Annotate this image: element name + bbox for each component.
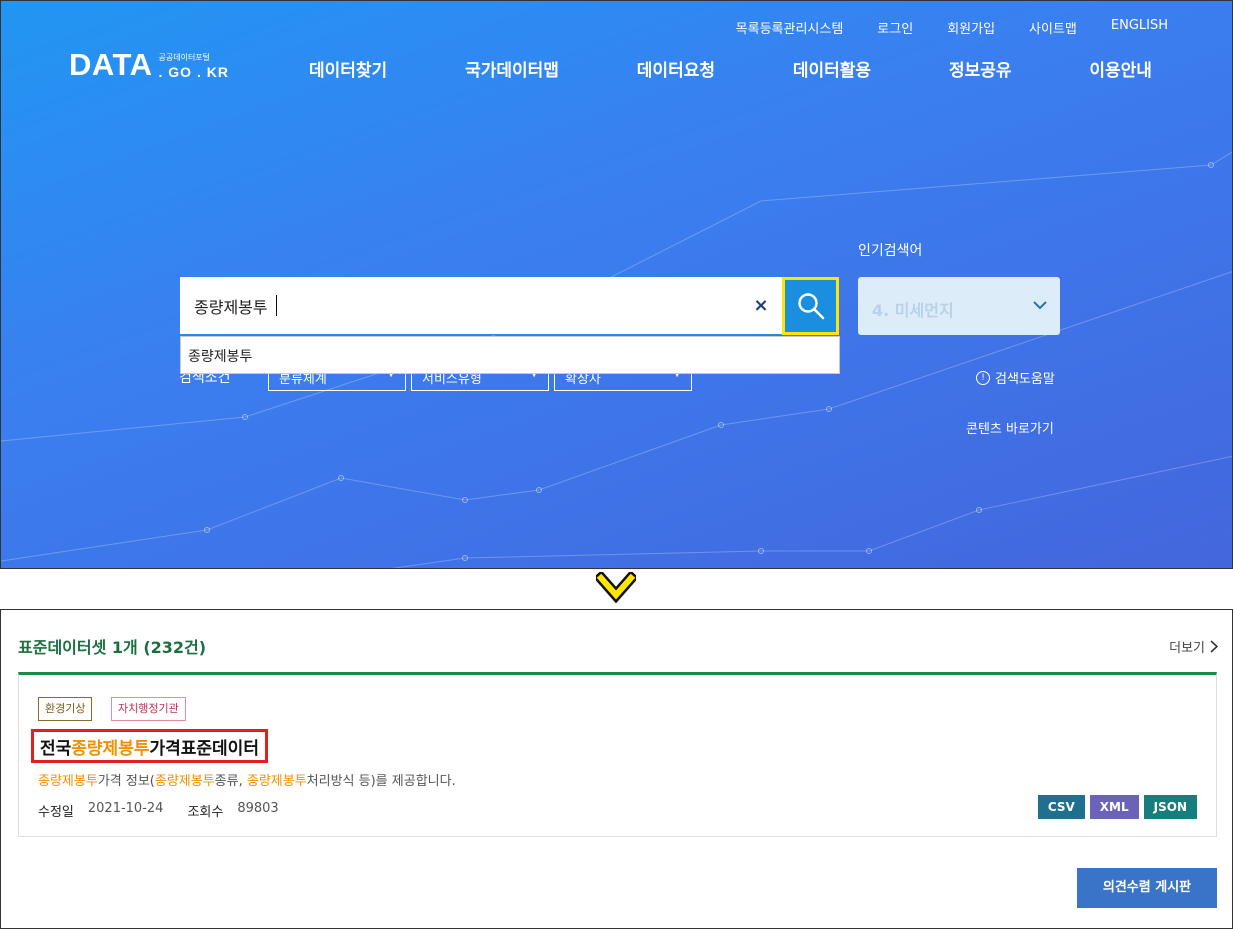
- logo-main-text: DATA: [69, 47, 153, 82]
- nav-item-info-share[interactable]: 정보공유: [949, 56, 1012, 81]
- autocomplete-item[interactable]: 종량제봉투: [188, 346, 252, 366]
- org-type-tag: 자치행정기관: [111, 697, 186, 721]
- dataset-description: 종량제봉투가격 정보(종량제봉투종류, 종량제봉투처리방식 등)를 제공합니다.: [38, 770, 456, 789]
- filter-select-service-type-value: 서비스유형: [422, 372, 482, 387]
- util-link-login[interactable]: 로그인: [877, 18, 913, 37]
- section-title: 표준데이터셋 1개 (232건): [18, 638, 207, 657]
- desc-text: 종류,: [214, 774, 247, 789]
- nav-item-data-use[interactable]: 데이터활용: [793, 56, 871, 81]
- views-label: 조회수: [187, 805, 224, 820]
- popular-keywords-select[interactable]: 4. 미세먼지: [858, 277, 1060, 335]
- nav-item-data-request[interactable]: 데이터요청: [637, 56, 715, 81]
- desc-highlight: 종량제봉투: [38, 774, 98, 789]
- nav-item-find-data[interactable]: 데이터찾기: [309, 56, 387, 81]
- logo-sub-text: 공공데이터포털: [158, 53, 211, 62]
- opinion-board-button[interactable]: 의견수렴 게시판: [1077, 868, 1217, 908]
- clear-search-button[interactable]: ×: [751, 296, 771, 316]
- desc-highlight: 종량제봉투: [246, 774, 307, 789]
- desc-text: 처리방식 등)를 제공합니다.: [306, 774, 456, 789]
- search-icon: [798, 293, 825, 320]
- logo-domain-text: . GO . KR: [158, 64, 229, 80]
- search-input[interactable]: [194, 291, 734, 321]
- search-help-link[interactable]: ! 검색도움말: [976, 368, 1055, 387]
- util-link-english[interactable]: ENGLISH: [1111, 18, 1168, 37]
- filter-select-category-value: 분류체계: [279, 372, 327, 387]
- content-shortcut-link[interactable]: 콘텐츠 바로가기: [966, 418, 1054, 437]
- updated-label: 수정일: [38, 805, 74, 820]
- popular-keywords-title: 인기검색어: [858, 243, 923, 259]
- dataset-title-post: 가격표준데이터: [149, 739, 259, 759]
- format-badge-json[interactable]: JSON: [1143, 795, 1197, 819]
- desc-highlight: 종량제봉투: [154, 774, 215, 789]
- main-nav: 데이터찾기 국가데이터맵 데이터요청 데이터활용 정보공유 이용안내: [309, 56, 1152, 81]
- format-badges: CSV XML JSON: [1037, 795, 1197, 819]
- nav-item-national-data-map[interactable]: 국가데이터맵: [465, 56, 559, 81]
- dataset-meta: 수정일 2021-10-24 조회수 89803: [38, 801, 303, 820]
- more-link[interactable]: 더보기: [1169, 637, 1218, 656]
- search-results-panel: 표준데이터셋 1개 (232건) 더보기 환경기상 자치행정기관 전국종량제봉투…: [0, 609, 1233, 929]
- dataset-title-pre: 전국: [40, 739, 72, 759]
- util-link-signup[interactable]: 회원가입: [947, 18, 995, 37]
- text-caret: [276, 295, 277, 316]
- chevron-down-icon: [1033, 301, 1047, 310]
- category-tag: 환경기상: [38, 697, 93, 721]
- utility-nav: 목록등록관리시스템 로그인 회원가입 사이트맵 ENGLISH: [736, 18, 1168, 37]
- more-link-label: 더보기: [1169, 641, 1205, 656]
- util-link-catalog-system[interactable]: 목록등록관리시스템: [736, 18, 844, 37]
- popular-keyword-current: 4. 미세먼지: [872, 301, 954, 320]
- hero-search-panel: 목록등록관리시스템 로그인 회원가입 사이트맵 ENGLISH DATA 공공데…: [0, 0, 1233, 569]
- updated-value: 2021-10-24: [87, 801, 164, 816]
- info-icon: !: [976, 370, 990, 385]
- autocomplete-dropdown: 종량제봉투: [180, 336, 840, 374]
- views-value: 89803: [237, 801, 279, 816]
- search-box: ×: [180, 277, 784, 335]
- nav-item-guide[interactable]: 이용안내: [1089, 56, 1152, 81]
- format-badge-xml[interactable]: XML: [1089, 795, 1139, 819]
- format-badge-csv[interactable]: CSV: [1037, 795, 1085, 819]
- desc-text: 가격 정보(: [97, 774, 155, 789]
- chevron-down-arrow-icon: [596, 572, 636, 604]
- search-button[interactable]: [782, 277, 839, 335]
- chevron-right-icon: [1210, 640, 1218, 653]
- util-link-sitemap[interactable]: 사이트맵: [1029, 18, 1077, 37]
- filter-select-extension-value: 확장자: [565, 372, 601, 387]
- search-help-label: 검색도움말: [995, 372, 1055, 387]
- dataset-title-highlight: 종량제봉투: [71, 739, 150, 759]
- site-logo[interactable]: DATA 공공데이터포털 . GO . KR: [69, 49, 229, 81]
- dataset-title-link[interactable]: 전국종량제봉투가격표준데이터: [31, 729, 268, 763]
- dataset-result-card: 환경기상 자치행정기관 전국종량제봉투가격표준데이터 종량제봉투가격 정보(종량…: [18, 672, 1217, 837]
